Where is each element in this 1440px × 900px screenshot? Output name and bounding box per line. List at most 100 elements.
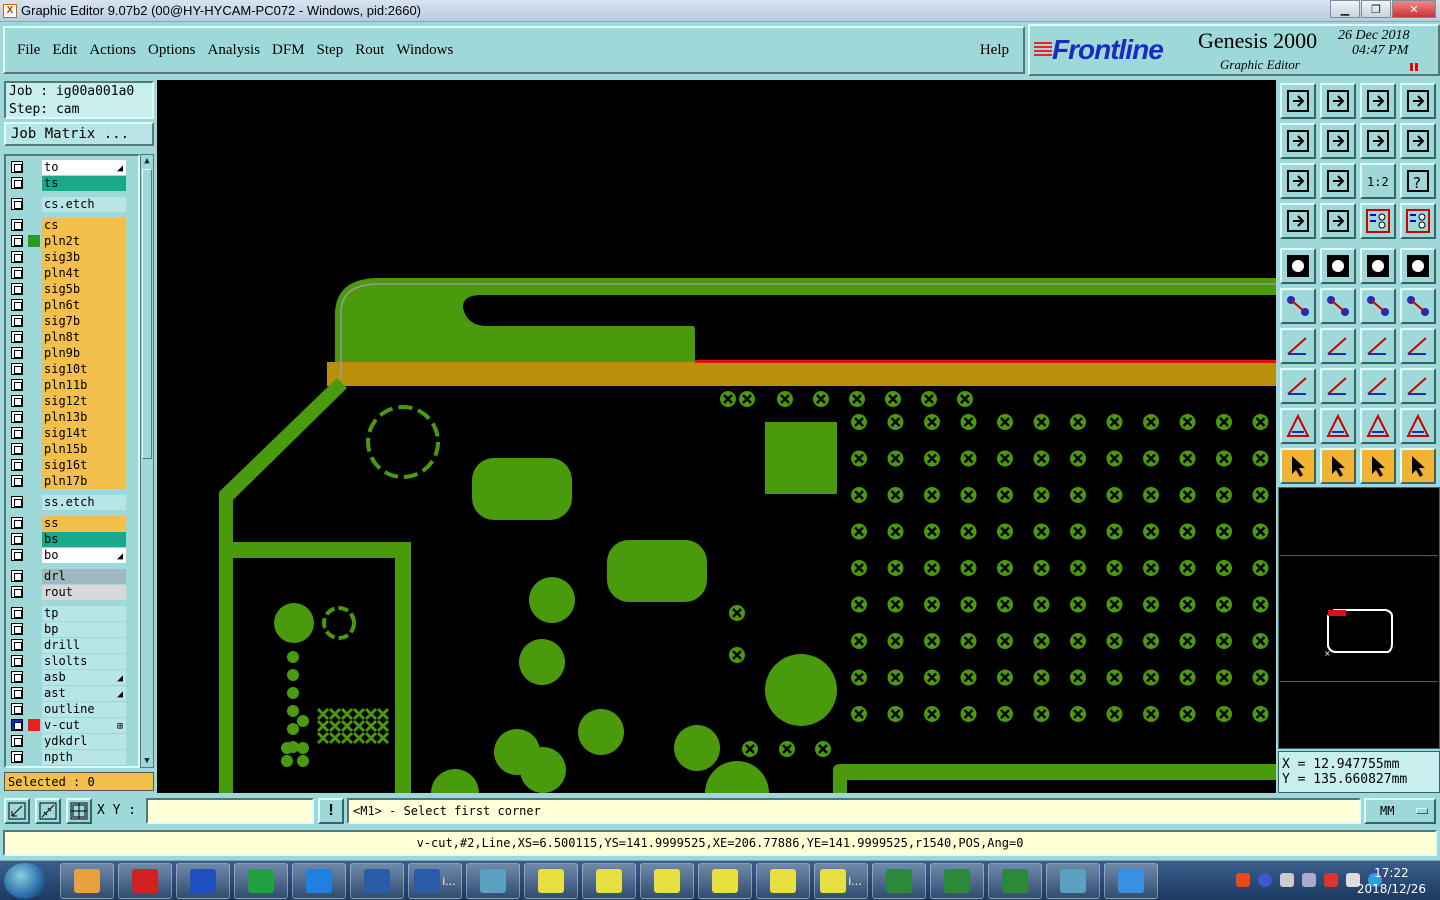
zoom-icon[interactable] xyxy=(1320,163,1356,199)
layer-checkbox[interactable] xyxy=(11,198,23,210)
layer-scrollbar[interactable]: ▲ ▼ xyxy=(140,154,154,768)
layer-row-drill[interactable]: drill xyxy=(8,638,140,653)
mirror-icon[interactable] xyxy=(1400,328,1436,364)
layer-checkbox[interactable] xyxy=(11,549,23,561)
zoom-area-icon[interactable] xyxy=(4,798,30,824)
snap-grid-icon[interactable] xyxy=(66,798,92,824)
layer-row-sig14t[interactable]: sig14t xyxy=(8,426,140,441)
layer-row-pln6t[interactable]: pln6t xyxy=(8,298,140,313)
layer-row-pln9b[interactable]: pln9b xyxy=(8,346,140,361)
layer-row-tp[interactable]: tp xyxy=(8,606,140,621)
layer-name[interactable]: asb ◢ xyxy=(42,670,126,685)
layer-checkbox[interactable] xyxy=(11,687,23,699)
layer-name[interactable]: sig10t xyxy=(42,362,126,377)
layer-checkbox[interactable] xyxy=(11,751,23,763)
layer-checkbox[interactable] xyxy=(11,251,23,263)
layer-name[interactable]: bp xyxy=(42,622,126,637)
layer-checkbox[interactable] xyxy=(11,219,23,231)
tri-1-icon[interactable] xyxy=(1280,408,1316,444)
menu-step[interactable]: Step xyxy=(317,42,344,59)
group-icon[interactable] xyxy=(1400,368,1436,404)
menu-actions[interactable]: Actions xyxy=(89,42,136,59)
taskbar-item-excel-icon[interactable] xyxy=(930,863,984,899)
pcb-drawing[interactable] xyxy=(157,80,1276,793)
layer-name[interactable]: rout xyxy=(42,585,126,600)
select-box-icon[interactable] xyxy=(1320,448,1356,484)
overview-map[interactable]: × xyxy=(1278,487,1440,749)
layer-name[interactable]: cs xyxy=(42,218,126,233)
layer-name[interactable]: sig14t xyxy=(42,426,126,441)
layer-name[interactable]: pln8t xyxy=(42,330,126,345)
layer-row-outline[interactable]: outline xyxy=(8,702,140,717)
menu-rout[interactable]: Rout xyxy=(355,42,384,59)
layer-name[interactable]: outline xyxy=(42,702,126,717)
layer-checkbox[interactable] xyxy=(11,496,23,508)
layer-name[interactable]: pln15b xyxy=(42,442,126,457)
menu-edit[interactable]: Edit xyxy=(52,42,77,59)
taskbar-item-bird-icon[interactable] xyxy=(1104,863,1158,899)
layer-row-npth[interactable]: npth xyxy=(8,750,140,765)
layer-checkbox[interactable] xyxy=(11,331,23,343)
layer-name[interactable]: sig7b xyxy=(42,314,126,329)
line-red2-icon[interactable] xyxy=(1400,288,1436,324)
layer-row-pln11b[interactable]: pln11b xyxy=(8,378,140,393)
tri-3-icon[interactable] xyxy=(1360,408,1396,444)
taskbar-item-genesis-icon[interactable]: i... xyxy=(814,863,868,899)
layer-checkbox[interactable] xyxy=(11,235,23,247)
scroll-down-icon[interactable]: ▼ xyxy=(141,755,153,767)
layer-checkbox[interactable] xyxy=(11,427,23,439)
scale-icon[interactable]: 1:2 xyxy=(1360,163,1396,199)
angle-icon[interactable] xyxy=(1280,328,1316,364)
rotate-icon[interactable] xyxy=(1360,328,1396,364)
diag-line-icon[interactable] xyxy=(1320,328,1356,364)
circle-fill-icon[interactable] xyxy=(1400,248,1436,284)
pad-icon[interactable] xyxy=(1280,248,1316,284)
layer-checkbox[interactable] xyxy=(11,177,23,189)
layer-name[interactable]: ts xyxy=(42,176,126,191)
layer-name[interactable]: drill xyxy=(42,638,126,653)
layer-checkbox[interactable] xyxy=(11,283,23,295)
layer-name[interactable]: sig16t xyxy=(42,458,126,473)
layer-name[interactable]: cs.etch xyxy=(42,197,126,212)
layer-row-ss.etch[interactable]: ss.etch xyxy=(8,495,140,510)
layer-row-rout[interactable]: rout xyxy=(8,585,140,600)
layer-checkbox[interactable] xyxy=(11,459,23,471)
warning-button[interactable]: ! xyxy=(318,798,344,824)
layer-checkbox[interactable] xyxy=(11,363,23,375)
layer-row-slolts[interactable]: slolts xyxy=(8,654,140,669)
right-panel-icon[interactable] xyxy=(1320,123,1356,159)
layer-row-bs[interactable]: bs xyxy=(8,532,140,547)
expand-tray-icon[interactable] xyxy=(1302,873,1316,887)
menu-file[interactable]: File xyxy=(17,42,40,59)
layer-row-ts[interactable]: ts xyxy=(8,176,140,191)
layer-row-cs.etch[interactable]: cs.etch xyxy=(8,197,140,212)
layer-row-sig3b[interactable]: sig3b xyxy=(8,250,140,265)
swap-icon[interactable] xyxy=(1360,123,1396,159)
sogou-icon[interactable] xyxy=(1236,873,1250,887)
layer-row-cs[interactable]: cs xyxy=(8,218,140,233)
layer-checkbox[interactable] xyxy=(11,586,23,598)
ruler-icon[interactable] xyxy=(1360,248,1396,284)
line-red-icon[interactable] xyxy=(1360,288,1396,324)
minimize-button[interactable]: ▁ xyxy=(1330,0,1360,18)
layer-row-sig10t[interactable]: sig10t xyxy=(8,362,140,377)
layer-row-ss[interactable]: ss xyxy=(8,516,140,531)
layer-name[interactable]: sig3b xyxy=(42,250,126,265)
home-icon[interactable] xyxy=(1360,83,1396,119)
layer-name[interactable]: bs xyxy=(42,532,126,547)
layer-checkbox[interactable] xyxy=(11,703,23,715)
open-icon[interactable] xyxy=(1280,83,1316,119)
select-icon[interactable] xyxy=(1280,448,1316,484)
taskbar-item-shell-icon[interactable] xyxy=(60,863,114,899)
start-button[interactable] xyxy=(4,863,46,899)
menu-windows[interactable]: Windows xyxy=(396,42,453,59)
layer-name[interactable]: sig12t xyxy=(42,394,126,409)
layer-name[interactable]: sig5b xyxy=(42,282,126,297)
layer-checkbox[interactable] xyxy=(11,379,23,391)
layer-name[interactable]: ast ◢ xyxy=(42,686,126,701)
taskbar-item-word-icon[interactable] xyxy=(350,863,404,899)
maximize-button[interactable]: ❐ xyxy=(1361,0,1391,18)
help-icon[interactable] xyxy=(1258,873,1272,887)
layer-name[interactable]: pln6t xyxy=(42,298,126,313)
net-icon[interactable] xyxy=(1280,288,1316,324)
